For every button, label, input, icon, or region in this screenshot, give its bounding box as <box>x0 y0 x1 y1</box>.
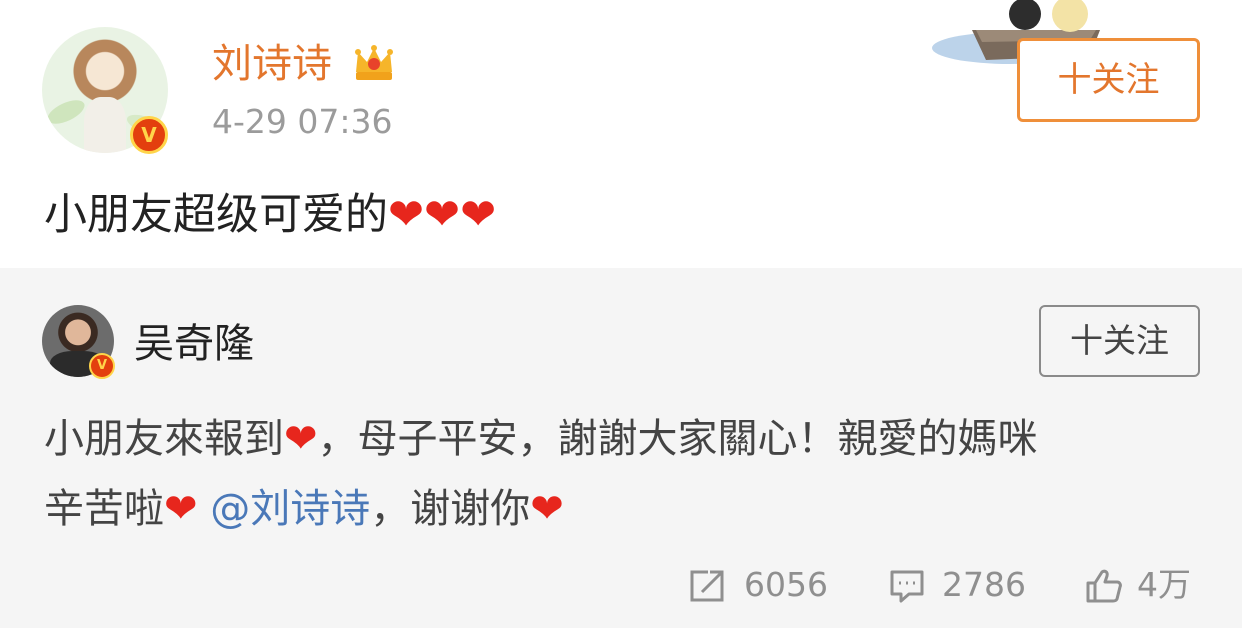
mention-link[interactable]: @刘诗诗 <box>210 486 370 532</box>
repost-icon <box>690 568 726 602</box>
verified-icon: V <box>89 353 115 379</box>
repost-count: 6056 <box>744 565 828 604</box>
verified-icon: V <box>130 116 168 154</box>
repost-text-part: ，谢谢你 <box>370 486 531 532</box>
post-text: 小朋友超级可爱的❤❤❤ <box>44 186 496 244</box>
repost-text-part: ，母子平安，謝謝大家關心！親愛的媽咪 <box>317 416 1038 462</box>
post-text-body: 小朋友超级可爱的 <box>44 190 388 240</box>
original-post: V 刘诗诗 4-29 07:36 十关注 小朋友超级可爱的❤❤❤ <box>0 0 1242 268</box>
like-count: 4万 <box>1137 565 1191 604</box>
reposted-post[interactable]: V 吴奇隆 十关注 小朋友來報到❤，母子平安，謝謝大家關心！親愛的媽咪 辛苦啦❤… <box>0 268 1242 628</box>
comment-count: 2786 <box>942 565 1026 604</box>
repost-follow-button[interactable]: 十关注 <box>1039 305 1200 377</box>
comment-icon <box>890 570 924 603</box>
heart-emoji: ❤ <box>460 190 497 240</box>
repost-text-line-2: 辛苦啦❤ @刘诗诗，谢谢你❤ <box>44 474 1204 544</box>
follow-button[interactable]: 十关注 <box>1017 38 1200 122</box>
repost-text-line-1: 小朋友來報到❤，母子平安，謝謝大家關心！親愛的媽咪 <box>44 404 1204 474</box>
like-icon <box>1086 569 1122 603</box>
repost-author-name[interactable]: 吴奇隆 <box>134 318 254 370</box>
repost-text: 小朋友來報到❤，母子平安，謝謝大家關心！親愛的媽咪 辛苦啦❤ @刘诗诗，谢谢你❤ <box>44 404 1204 544</box>
heart-emoji: ❤ <box>424 190 461 240</box>
heart-emoji: ❤ <box>284 416 318 462</box>
author-name[interactable]: 刘诗诗 <box>212 38 332 90</box>
repost-text-part: 小朋友來報到 <box>44 416 284 462</box>
crown-icon <box>355 45 393 80</box>
heart-emoji: ❤ <box>388 190 425 240</box>
action-bar: 6056 2786 4万 <box>0 562 1242 608</box>
heart-emoji: ❤ <box>530 486 564 532</box>
post-time: 4-29 07:36 <box>212 102 393 141</box>
heart-emoji: ❤ <box>164 486 198 532</box>
repost-text-part: 辛苦啦 <box>44 486 164 532</box>
